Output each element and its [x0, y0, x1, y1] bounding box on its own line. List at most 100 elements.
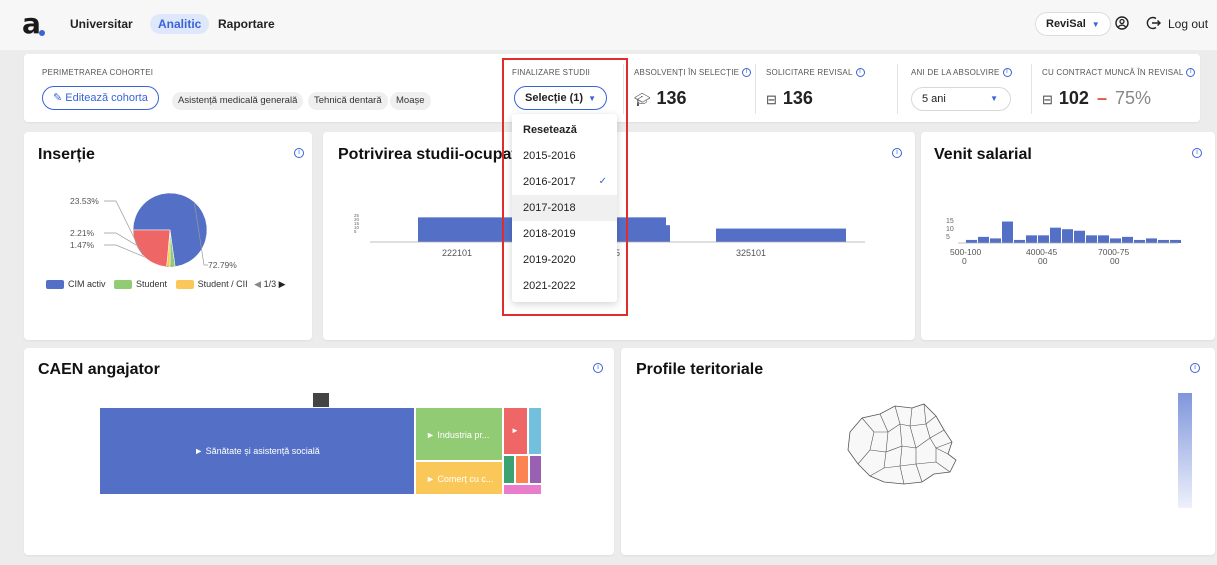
venit-bar-chart: 15105500-10004000-45007000-7500: [946, 218, 1181, 266]
bar[interactable]: [1038, 235, 1049, 243]
contract-value: ⊟ 102 – 75%: [1042, 88, 1152, 108]
bar[interactable]: [978, 236, 989, 243]
bar[interactable]: [1002, 221, 1013, 243]
ani-absolvire-select[interactable]: 5 ani ▼: [911, 87, 1011, 111]
legend-swatch: [175, 280, 194, 290]
insertie-title: Inserție: [38, 146, 95, 163]
potrivire-title: Potrivirea studii-ocupații: [338, 146, 526, 163]
ani-absolvire-label: ANI DE LA ABSOLVIRE i: [911, 68, 1012, 78]
venit-title: Venit salarial: [934, 146, 1032, 163]
solicitare-value: ⊟ 136: [766, 88, 813, 108]
insertie-legend: CIM activ Student Student / CII ◀ 1/3 ▶: [46, 279, 286, 290]
bar[interactable]: [1050, 227, 1061, 243]
bar[interactable]: [1122, 236, 1133, 243]
briefcase-icon: ⊟: [766, 92, 777, 107]
legend-prev-icon[interactable]: ◀: [254, 279, 261, 289]
contract-label: CU CONTRACT MUNCĂ ÎN REVISAL i: [1042, 68, 1196, 78]
nav-universitar[interactable]: Universitar: [70, 17, 133, 31]
bar[interactable]: [1134, 239, 1145, 243]
cohort-chip-moase[interactable]: Moașe: [390, 92, 431, 110]
bar[interactable]: [1146, 238, 1157, 243]
treemap-tile-comert[interactable]: ► Comerț cu c...: [416, 462, 502, 494]
bar[interactable]: [1074, 230, 1085, 243]
y-tick-label: 10: [946, 226, 954, 233]
top-navigation-bar: a Universitar Analitic Raportare ReviSal…: [0, 0, 1217, 50]
y-tick-label: 15: [946, 218, 954, 225]
nav-analitic[interactable]: Analitic: [150, 14, 210, 34]
revisal-select[interactable]: ReviSal ▼: [1035, 12, 1111, 36]
treemap-tile-small[interactable]: [530, 456, 541, 483]
nav-raportare[interactable]: Raportare: [218, 17, 275, 31]
info-icon[interactable]: i: [1186, 68, 1196, 78]
treemap-tile-other[interactable]: ►: [504, 408, 527, 454]
bar[interactable]: [990, 238, 1001, 243]
info-icon[interactable]: i: [855, 68, 865, 78]
x-tick-label: 00: [1038, 256, 1048, 266]
legend-item[interactable]: Student / CII: [198, 279, 248, 289]
highlight-box: [502, 58, 628, 316]
info-icon[interactable]: i: [892, 148, 902, 158]
bar[interactable]: [716, 228, 846, 242]
bar[interactable]: [1170, 239, 1181, 243]
treemap-tile-small[interactable]: [504, 456, 514, 483]
bar[interactable]: [1110, 238, 1121, 243]
profile-title: Profile teritoriale: [636, 361, 764, 378]
legend-item[interactable]: Student: [136, 279, 167, 289]
x-tick-label: 0: [962, 256, 967, 266]
pie-data-label: 72.79%: [208, 260, 237, 270]
legend-swatch: [46, 280, 64, 290]
absolventi-label: ABSOLVENȚI ÎN SELECȚIE i: [634, 68, 752, 78]
solicitare-label: SOLICITARE REVISAL i: [766, 68, 865, 78]
romania-map[interactable]: [840, 402, 960, 492]
insertie-pie-chart: 72.79% 2.21% 1.47% 23.53%: [70, 192, 237, 270]
treemap-tile-industria[interactable]: ► Industria pr...: [416, 408, 502, 460]
cohort-chip-asistenta[interactable]: Asistență medicală generală: [172, 92, 304, 110]
treemap-tile-small[interactable]: [504, 485, 541, 494]
pie-data-label: 23.53%: [70, 196, 99, 206]
x-tick-label: 325101: [736, 248, 766, 258]
info-icon[interactable]: i: [742, 68, 752, 78]
info-icon[interactable]: i: [593, 363, 603, 373]
y-tick-label: 5: [946, 234, 950, 241]
legend-next-icon[interactable]: ▶: [279, 279, 286, 289]
info-icon[interactable]: i: [1190, 363, 1200, 373]
cohort-label: PERIMETRAREA COHORTEI: [42, 68, 154, 77]
graduation-cap-icon: 🎓︎: [634, 92, 651, 107]
bar[interactable]: [1014, 239, 1025, 243]
legend-swatch: [114, 280, 133, 290]
cohort-chip-tehnica[interactable]: Tehnică dentară: [308, 92, 388, 110]
bar[interactable]: [1158, 239, 1169, 243]
user-icon[interactable]: [1113, 14, 1131, 32]
divider: [897, 64, 898, 114]
legend-item[interactable]: CIM activ: [68, 279, 106, 289]
map-color-scale[interactable]: [1178, 393, 1192, 508]
info-icon[interactable]: i: [1002, 68, 1012, 78]
caen-title: CAEN angajator: [38, 361, 160, 378]
x-tick-label: 00: [1110, 256, 1120, 266]
bar[interactable]: [1026, 235, 1037, 243]
treemap-tile-small[interactable]: [529, 408, 541, 454]
treemap-breadcrumb[interactable]: [313, 393, 329, 407]
legend-pager: 1/3: [263, 279, 277, 289]
treemap-tile-sanatate[interactable]: ► Sănătate și asistență socială: [100, 408, 414, 494]
chevron-down-icon: ▼: [990, 94, 998, 103]
bar[interactable]: [1086, 235, 1097, 243]
pie-slice[interactable]: [132, 229, 171, 268]
bar[interactable]: [1062, 229, 1073, 243]
absolventi-value: 🎓︎ 136: [634, 88, 687, 108]
x-tick-label: 222101: [442, 248, 472, 258]
info-icon[interactable]: i: [294, 148, 304, 158]
divider: [755, 64, 756, 114]
treemap-tile-small[interactable]: [516, 456, 528, 483]
edit-cohort-button[interactable]: ✎ Editează cohorta: [42, 86, 159, 110]
pencil-icon: ✎: [53, 92, 66, 104]
app-logo[interactable]: a: [22, 10, 45, 38]
pie-data-label: 1.47%: [70, 240, 95, 250]
bar[interactable]: [966, 239, 977, 243]
logout-icon[interactable]: [1145, 14, 1163, 32]
info-icon[interactable]: i: [1192, 148, 1202, 158]
pie-data-label: 2.21%: [70, 228, 95, 238]
logout-link[interactable]: Log out: [1168, 17, 1208, 31]
bar[interactable]: [1098, 235, 1109, 243]
divider: [1031, 64, 1032, 114]
